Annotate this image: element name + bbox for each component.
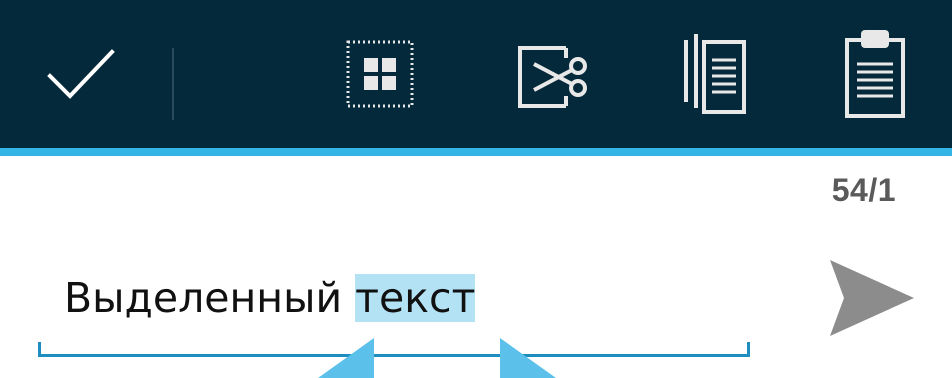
unselected-text: Выделенный: [64, 274, 356, 322]
copy-icon: [684, 34, 746, 114]
paste-icon: [845, 30, 905, 118]
text-selection-screen: 54/1 Выделенный текст: [0, 0, 952, 378]
contextual-action-bar: [0, 0, 952, 148]
done-button[interactable]: [0, 0, 160, 148]
send-button[interactable]: [824, 256, 916, 340]
selection-end-handle[interactable]: [500, 338, 556, 378]
copy-button[interactable]: [650, 0, 780, 148]
selected-text: текст: [355, 274, 476, 322]
select-all-button[interactable]: [320, 0, 440, 148]
input-underline: [38, 354, 750, 357]
cut-icon: [518, 46, 587, 108]
action-bar-accent-line: [0, 148, 952, 156]
input-underline-left-tick: [38, 342, 41, 357]
message-text[interactable]: Выделенный текст: [64, 268, 476, 328]
paste-button[interactable]: [810, 0, 940, 148]
input-underline-right-tick: [747, 342, 750, 357]
select-all-icon: [346, 40, 414, 108]
cut-button[interactable]: [480, 0, 620, 148]
send-icon: [830, 260, 914, 336]
checkmark-icon: [47, 49, 115, 99]
selection-start-handle[interactable]: [318, 338, 374, 378]
action-bar-divider: [172, 48, 174, 120]
message-counter: 54/1: [831, 172, 896, 208]
